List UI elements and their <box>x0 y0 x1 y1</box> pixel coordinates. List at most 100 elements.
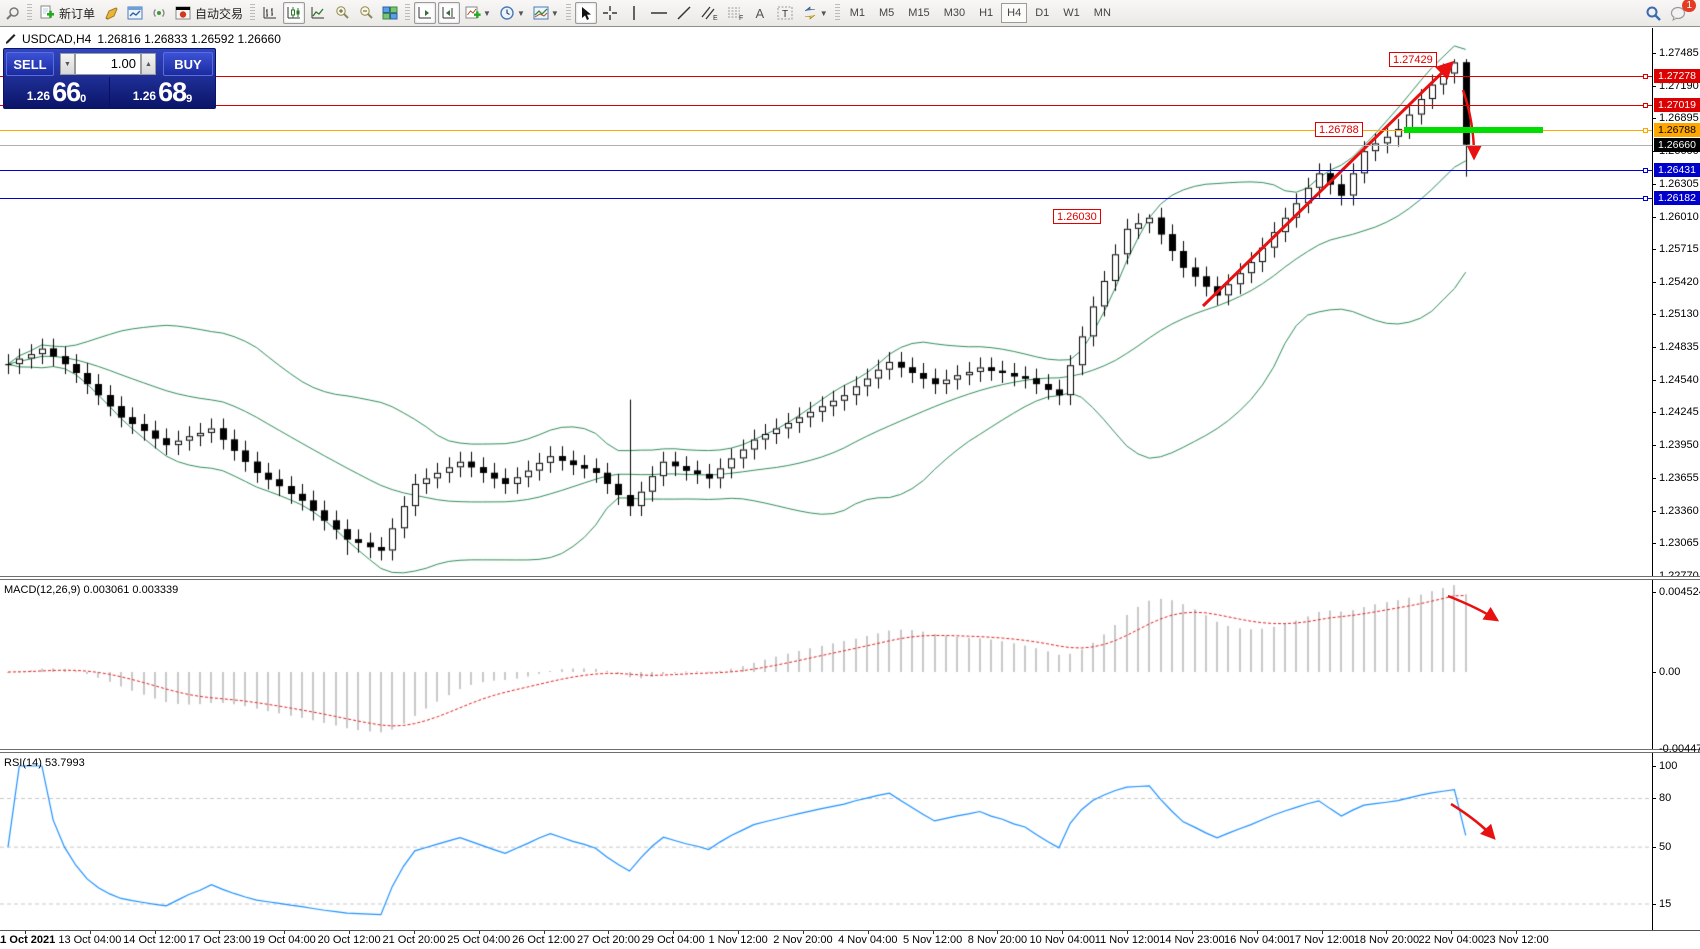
price-line-1.26431[interactable] <box>0 170 1652 171</box>
indicator-axis-label: 50 <box>1659 841 1671 853</box>
price-tick-label: 1.24540 <box>1659 374 1699 386</box>
macd-pane-splitter[interactable] <box>0 576 1700 580</box>
toolbar-grip[interactable] <box>27 4 32 22</box>
timeframe-button-M15[interactable]: M15 <box>902 3 935 23</box>
chart-window-icon <box>127 5 143 21</box>
price-tick-label: 1.23655 <box>1659 472 1699 484</box>
fibonacci-button[interactable]: F <box>723 2 747 24</box>
bar-chart-icon <box>262 5 278 21</box>
arrows-icon <box>802 5 818 21</box>
timeframe-button-W1[interactable]: W1 <box>1057 3 1086 23</box>
periods-button[interactable]: ▼ <box>496 2 528 24</box>
dropdown-caret: ▼ <box>483 9 491 18</box>
macd-label: MACD(12,26,9) 0.003061 0.003339 <box>4 584 178 596</box>
notification-button[interactable]: 1 <box>1667 2 1691 24</box>
line-endpoint-marker[interactable] <box>1643 196 1648 201</box>
timeframe-button-MN[interactable]: MN <box>1088 3 1117 23</box>
auto-scroll-button[interactable] <box>414 2 436 24</box>
zoom-out-button[interactable] <box>355 2 377 24</box>
tile-windows-button[interactable] <box>379 2 401 24</box>
crayon-button[interactable] <box>100 2 122 24</box>
price-tick-label: 1.27485 <box>1659 47 1699 59</box>
timeframe-button-H4[interactable]: H4 <box>1001 3 1027 23</box>
arrows-button[interactable]: ▼ <box>799 2 831 24</box>
volume-input[interactable]: 1.00 <box>75 53 141 75</box>
signal-icon <box>151 5 167 21</box>
new-order-button[interactable]: 新订单 <box>36 2 98 24</box>
price-tick-label: 1.23360 <box>1659 505 1699 517</box>
crosshair-icon <box>602 5 618 21</box>
cursor-button[interactable] <box>575 2 597 24</box>
buy-button[interactable]: BUY <box>163 52 213 76</box>
bar-chart-button[interactable] <box>259 2 281 24</box>
line-endpoint-marker[interactable] <box>1643 103 1648 108</box>
trendline-button[interactable] <box>673 2 695 24</box>
price-badge-1.27019: 1.27019 <box>1654 98 1700 112</box>
indicators-button[interactable]: ▼ <box>462 2 494 24</box>
text-button[interactable]: A <box>749 2 771 24</box>
price-line-1.2666[interactable] <box>0 145 1652 146</box>
rsi-pane-splitter[interactable] <box>0 749 1700 753</box>
chart-shift-button[interactable] <box>438 2 460 24</box>
vertical-line-button[interactable] <box>623 2 645 24</box>
toolbar-grip[interactable] <box>835 4 840 22</box>
price-chart-canvas[interactable] <box>0 28 1652 949</box>
indicator-axis-label: 0.004524 <box>1659 586 1700 598</box>
line-endpoint-marker[interactable] <box>1643 168 1648 173</box>
volume-decrease-button[interactable]: ▼ <box>60 53 75 75</box>
crosshair-button[interactable] <box>599 2 621 24</box>
price-line-1.27278[interactable] <box>0 76 1652 77</box>
price-line-1.27019[interactable] <box>0 105 1652 106</box>
line-endpoint-marker[interactable] <box>1643 128 1648 133</box>
date-label: 16 Nov 04:00 <box>1224 934 1289 946</box>
date-label: 29 Oct 04:00 <box>642 934 705 946</box>
timeframe-button-D1[interactable]: D1 <box>1029 3 1055 23</box>
auto-scroll-icon <box>417 5 433 21</box>
clipped-left-icon[interactable] <box>1 2 23 24</box>
cursor-icon <box>579 6 593 21</box>
line-chart-button[interactable] <box>307 2 329 24</box>
price-line-1.26182[interactable] <box>0 198 1652 199</box>
sell-price-prefix: 1.26 <box>27 89 50 103</box>
search-button[interactable] <box>1642 2 1665 24</box>
signal-button[interactable] <box>148 2 170 24</box>
horizontal-line-button[interactable] <box>647 2 671 24</box>
toolbar-grip[interactable] <box>566 4 571 22</box>
chart-window[interactable]: 1.274291.267881.26030 1.274851.271901.26… <box>0 28 1700 949</box>
autotrade-icon <box>175 5 191 21</box>
buy-price-prefix: 1.26 <box>133 89 156 103</box>
templates-button[interactable]: ▼ <box>530 2 562 24</box>
chart-corner-icon <box>6 34 16 44</box>
sell-price-big: 66 <box>52 79 80 105</box>
volume-increase-button[interactable]: ▲ <box>141 53 156 75</box>
channel-button[interactable]: E <box>697 2 721 24</box>
line-endpoint-marker[interactable] <box>1643 74 1648 79</box>
support-zone-bar[interactable] <box>1404 127 1543 133</box>
sell-button[interactable]: SELL <box>6 52 54 76</box>
zoom-in-button[interactable] <box>331 2 353 24</box>
search-icon <box>1645 5 1662 22</box>
price-callout-1.27429[interactable]: 1.27429 <box>1389 52 1437 67</box>
toolbar-grip[interactable] <box>250 4 255 22</box>
timeframe-button-H1[interactable]: H1 <box>973 3 999 23</box>
timeframe-button-M30[interactable]: M30 <box>938 3 971 23</box>
price-badge-1.26660: 1.26660 <box>1654 138 1700 152</box>
price-tick-label: 1.23950 <box>1659 439 1699 451</box>
price-callout-1.26788[interactable]: 1.26788 <box>1315 122 1363 137</box>
symbol-name: USDCAD,H4 <box>22 32 91 46</box>
chart-window-button[interactable] <box>124 2 146 24</box>
price-tick-label: 1.25130 <box>1659 308 1699 320</box>
candlestick-button[interactable] <box>283 2 305 24</box>
text-label-button[interactable]: T <box>773 2 797 24</box>
buy-price[interactable]: 1.26 68 9 <box>110 77 215 107</box>
timeframe-button-M5[interactable]: M5 <box>873 3 900 23</box>
timeframe-button-M1[interactable]: M1 <box>844 3 871 23</box>
price-callout-1.26030[interactable]: 1.26030 <box>1053 209 1101 224</box>
autotrade-button[interactable]: 自动交易 <box>172 2 246 24</box>
trendline-icon <box>676 5 692 21</box>
toolbar-grip[interactable] <box>405 4 410 22</box>
price-tick-label: 1.24245 <box>1659 406 1699 418</box>
sell-price[interactable]: 1.26 66 0 <box>4 77 110 107</box>
date-label: 19 Oct 04:00 <box>253 934 316 946</box>
date-label: 1 Nov 12:00 <box>708 934 767 946</box>
